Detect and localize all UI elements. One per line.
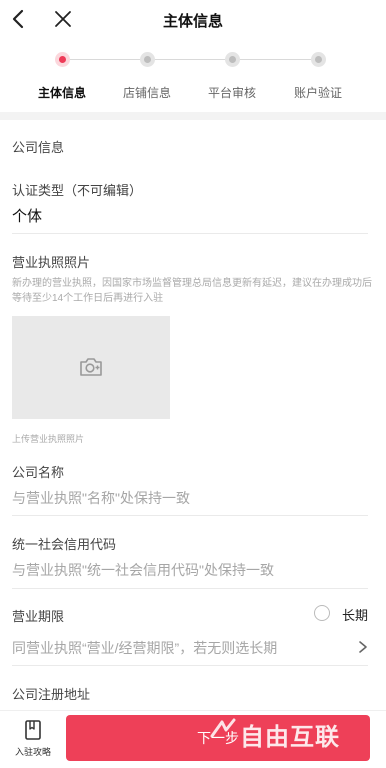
step-dot-2 — [140, 52, 155, 67]
address-label: 公司注册地址 — [12, 687, 91, 702]
header-bar: 主体信息 — [0, 0, 386, 40]
step-dot-3 — [225, 52, 240, 67]
step-dot-1 — [55, 52, 70, 67]
step-connector — [155, 59, 225, 60]
step-connector — [70, 59, 140, 60]
chevron-right-icon[interactable] — [356, 640, 370, 654]
credit-code-label: 统一社会信用代码 — [12, 537, 117, 552]
cert-type-value: 个体 — [12, 208, 43, 225]
watermark-text: 自由互联 — [240, 724, 340, 751]
step-label-3: 平台审核 — [207, 86, 256, 100]
business-term-input[interactable]: 同营业执照“营业/经营期限”，若无则选长期 — [12, 638, 277, 658]
step-dot-4 — [311, 52, 326, 67]
section-title: 公司信息 — [12, 140, 65, 155]
long-term-label[interactable]: 长期 — [342, 605, 368, 624]
license-upload-box[interactable] — [12, 316, 170, 419]
guide-label[interactable]: 入驻攻略 — [10, 745, 56, 758]
step-connector — [240, 59, 311, 60]
license-photo-note: 新办理的营业执照，因国家市场监督管理总局信息更新有延迟，建议在办理成功后等待至少… — [12, 278, 372, 304]
divider — [12, 588, 368, 589]
upload-caption: 上传营业执照照片 — [12, 434, 85, 444]
credit-code-input[interactable]: 与营业执照"统一社会信用代码"处保持一致 — [12, 560, 274, 580]
page-title: 主体信息 — [162, 13, 223, 30]
step-label-4: 账户验证 — [293, 86, 342, 100]
divider — [12, 515, 368, 516]
divider — [12, 233, 368, 234]
camera-plus-icon — [80, 358, 102, 376]
company-name-input[interactable]: 与营业执照"名称"处保持一致 — [12, 488, 190, 508]
cert-type-label: 认证类型（不可编辑） — [12, 183, 143, 198]
section-separator — [0, 112, 386, 120]
guide-book-icon[interactable] — [24, 720, 42, 740]
license-photo-label: 营业执照照片 — [12, 255, 91, 270]
progress-stepper: 主体信息 店铺信息 平台审核 账户验证 — [0, 44, 386, 108]
company-name-label: 公司名称 — [12, 465, 65, 480]
divider — [12, 665, 368, 666]
step-label-1: 主体信息 — [37, 86, 86, 100]
long-term-radio[interactable] — [314, 605, 330, 621]
business-term-label: 营业期限 — [12, 609, 65, 624]
step-label-2: 店铺信息 — [122, 86, 171, 100]
